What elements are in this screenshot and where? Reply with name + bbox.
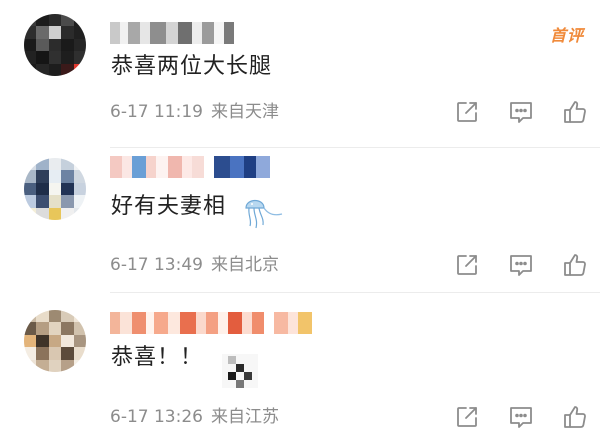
comment-meta: 6-17 11:19 来自天津 — [110, 101, 279, 123]
comment-location: 来自天津 — [210, 102, 279, 122]
like-button[interactable] — [560, 97, 590, 127]
username-redacted[interactable] — [110, 312, 312, 334]
comment-location: 来自江苏 — [210, 407, 279, 427]
share-button[interactable] — [452, 97, 482, 127]
username-redacted[interactable] — [110, 22, 234, 44]
comment-item: 恭喜！！ 6-17 13:26 来自江苏 — [0, 296, 600, 443]
share-icon — [457, 255, 477, 275]
share-icon — [457, 102, 477, 122]
comment-time: 6-17 13:26 — [110, 407, 203, 427]
comment-text: 好有夫妻相 — [111, 194, 227, 219]
share-button[interactable] — [452, 250, 482, 280]
comment-text: 恭喜！！ — [111, 345, 204, 370]
comment-icon — [510, 102, 532, 123]
comment-icon — [510, 407, 532, 428]
like-button[interactable] — [560, 402, 590, 432]
comment-time: 6-17 11:19 — [110, 102, 203, 122]
comment-text: 恭喜两位大长腿 — [111, 54, 273, 79]
comment-meta: 6-17 13:26 来自江苏 — [110, 406, 279, 428]
comment-actions — [452, 97, 590, 127]
divider — [110, 292, 600, 293]
sticker — [222, 354, 258, 392]
first-comment-badge: 首评 — [549, 26, 584, 45]
comment-button[interactable] — [506, 250, 536, 280]
share-icon — [457, 407, 477, 427]
jellyfish-sticker — [238, 192, 284, 236]
comment-item: 首评 恭喜两位大长腿 6-17 11:19 来自天津 — [0, 0, 600, 148]
comment-button[interactable] — [506, 97, 536, 127]
username-redacted[interactable] — [110, 156, 270, 178]
comment-icon — [510, 255, 532, 276]
like-button[interactable] — [560, 250, 590, 280]
comment-time: 6-17 13:49 — [110, 255, 203, 275]
comment-button[interactable] — [506, 402, 536, 432]
thumbs-up-icon — [564, 101, 586, 123]
avatar[interactable] — [24, 310, 86, 372]
comment-feed: 首评 恭喜两位大长腿 6-17 11:19 来自天津 好有夫妻相 6-17 13… — [0, 0, 600, 443]
comment-item: 好有夫妻相 6-17 13:49 来自北京 — [0, 148, 600, 296]
avatar[interactable] — [24, 14, 86, 76]
comment-actions — [452, 250, 590, 280]
share-button[interactable] — [452, 402, 482, 432]
comment-location: 来自北京 — [210, 255, 279, 275]
thumbs-up-icon — [564, 406, 586, 428]
thumbs-up-icon — [564, 254, 586, 276]
comment-actions — [452, 402, 590, 432]
comment-meta: 6-17 13:49 来自北京 — [110, 254, 279, 276]
avatar[interactable] — [24, 158, 86, 220]
